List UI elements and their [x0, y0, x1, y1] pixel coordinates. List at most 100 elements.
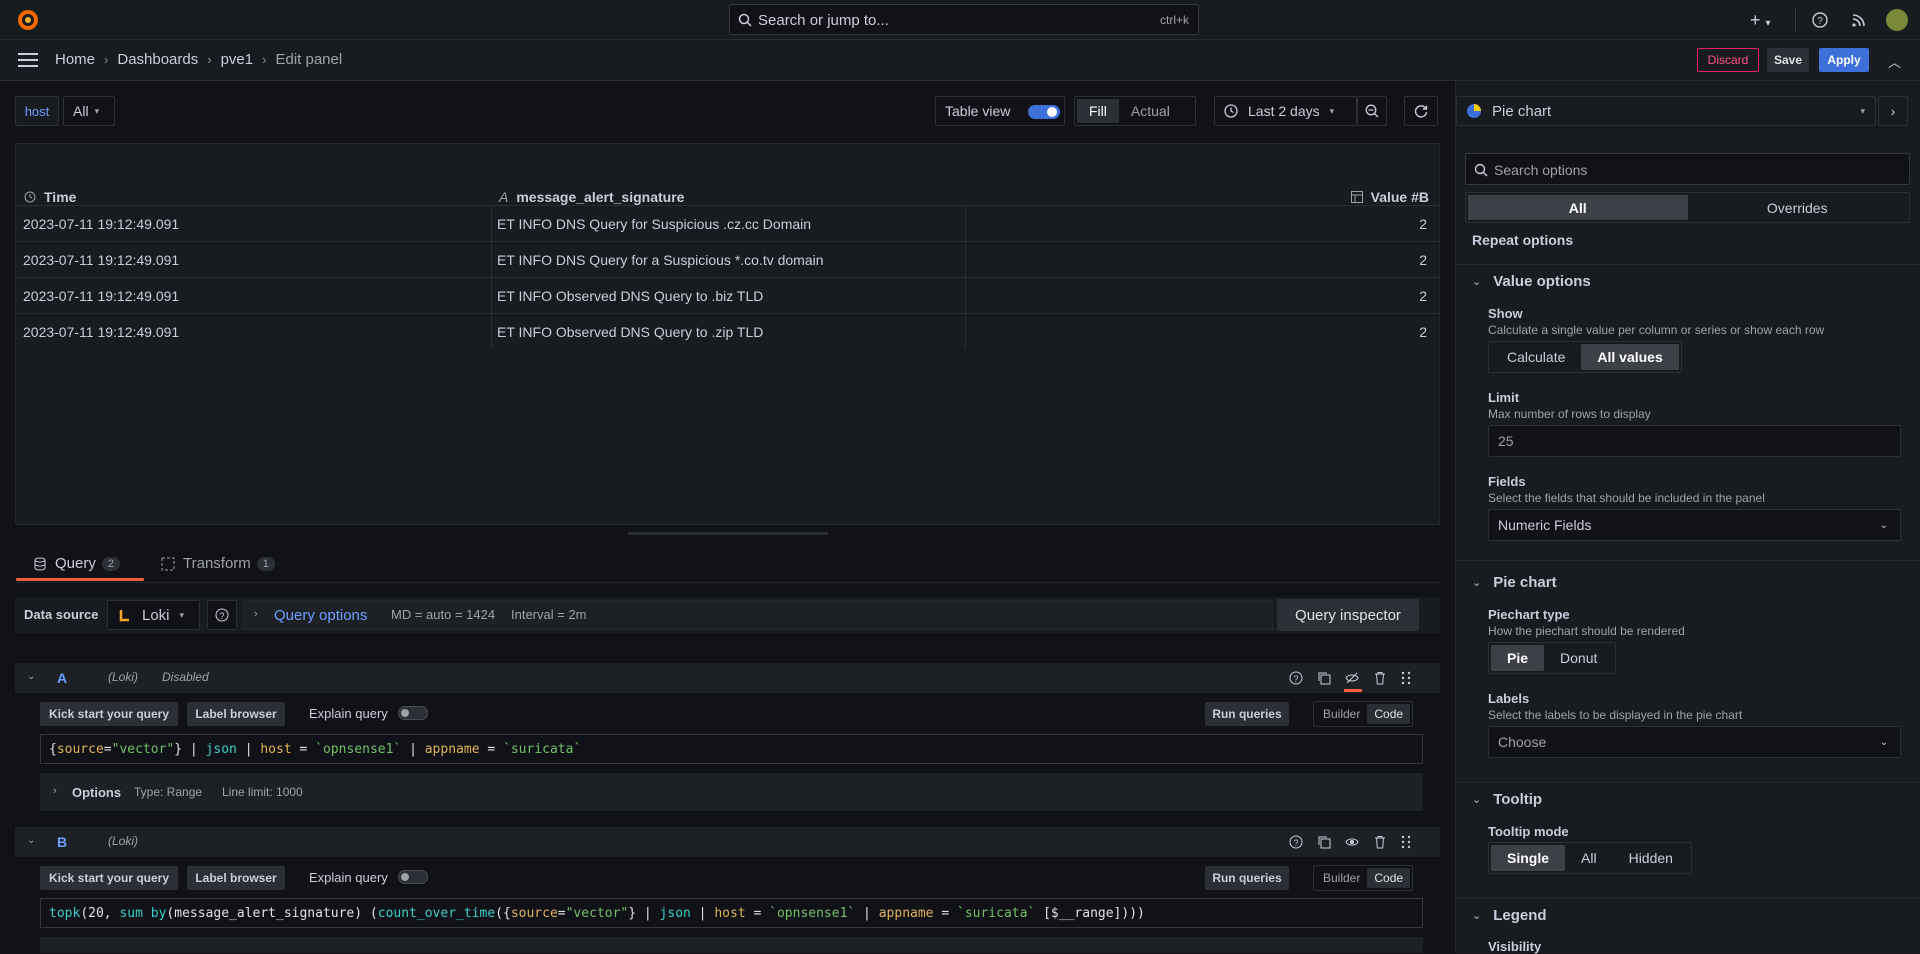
table-row[interactable]: 2023-07-11 19:12:49.091 ET INFO Observed … [16, 277, 1439, 313]
actual-option[interactable]: Actual [1119, 103, 1182, 119]
datasource-picker[interactable]: Loki ▾ [107, 600, 200, 630]
show-calculate-option[interactable]: Calculate [1491, 344, 1581, 370]
breadcrumb-dashboard[interactable]: pve1 [221, 51, 254, 68]
query-inspector-button[interactable]: Query inspector [1277, 599, 1419, 631]
labels-select[interactable]: Choose ⌄ [1488, 726, 1901, 758]
explain-query-toggle[interactable] [398, 706, 428, 720]
trash-icon[interactable] [1373, 835, 1387, 849]
pie-option[interactable]: Pie [1491, 645, 1545, 671]
code-option[interactable]: Code [1367, 704, 1411, 724]
tooltip-all-option[interactable]: All [1565, 845, 1613, 871]
discard-button[interactable]: Discard [1697, 48, 1759, 72]
eye-icon[interactable] [1345, 835, 1359, 849]
tab-overrides[interactable]: Overrides [1688, 195, 1908, 220]
table-view-toggle[interactable]: Table view [935, 96, 1065, 126]
resize-handle[interactable] [628, 532, 828, 535]
duplicate-icon[interactable] [1317, 671, 1331, 685]
repeat-options-section[interactable]: Repeat options [1456, 230, 1920, 256]
table-row[interactable]: 2023-07-11 19:12:49.091 ET INFO DNS Query… [16, 241, 1439, 277]
piechart-type-radio[interactable]: Pie Donut [1488, 642, 1617, 674]
clock-icon [1224, 104, 1238, 118]
options-filter-tabs[interactable]: All Overrides [1465, 192, 1910, 223]
query-a-editor[interactable]: {source = "vector"} | json | host = `opnse… [40, 734, 1423, 764]
explain-query-label: Explain query [309, 706, 388, 721]
query-b-editor[interactable]: topk (20, sum by (message_alert_signature)… [40, 898, 1423, 928]
editor-mode-switch[interactable]: Builder Code [1313, 701, 1414, 727]
drag-handle-icon[interactable] [1401, 835, 1411, 849]
breadcrumb-home[interactable]: Home [55, 51, 95, 68]
news-feed-icon[interactable] [1851, 12, 1867, 28]
disabled-indicator [1344, 689, 1362, 692]
drag-handle-icon[interactable] [1401, 671, 1411, 685]
tooltip-hidden-option[interactable]: Hidden [1613, 845, 1689, 871]
search-icon [738, 13, 752, 27]
table-row[interactable]: 2023-07-11 19:12:49.091 ET INFO Observed … [16, 313, 1439, 349]
visualization-picker[interactable]: Pie chart ▾ [1456, 96, 1876, 126]
query-b-options-row[interactable] [40, 937, 1423, 953]
divider [1456, 782, 1920, 783]
legend-title: Legend [1493, 907, 1547, 924]
collapse-query-icon[interactable]: ⌄ [27, 835, 35, 846]
datasource-help-icon[interactable]: ? [207, 600, 237, 630]
search-input[interactable]: Search or jump to... ctrl+k [729, 4, 1199, 35]
query-a-actions: ? [1289, 671, 1411, 685]
menu-icon[interactable] [18, 53, 38, 67]
table-row[interactable]: 2023-07-11 19:12:49.091 ET INFO DNS Query… [16, 205, 1439, 241]
explain-query-toggle[interactable] [398, 870, 428, 884]
chevron-right-icon[interactable]: › [1878, 96, 1908, 126]
collapse-icon[interactable]: ︿ [1888, 52, 1901, 71]
builder-option[interactable]: Builder [1316, 868, 1367, 888]
transform-icon [161, 557, 175, 570]
value-options-section[interactable]: ⌄ Value options [1472, 273, 1591, 290]
save-button[interactable]: Save [1767, 48, 1809, 72]
add-new-icon[interactable]: + ▾ [1750, 10, 1771, 31]
options-search-input[interactable]: Search options [1465, 153, 1910, 185]
kick-start-button[interactable]: Kick start your query [40, 702, 178, 726]
limit-input[interactable]: 25 [1488, 425, 1901, 457]
tooltip-single-option[interactable]: Single [1491, 845, 1566, 871]
zoom-out-icon[interactable] [1357, 96, 1387, 126]
editor-mode-switch[interactable]: Builder Code [1313, 865, 1414, 891]
variable-select[interactable]: All ▾ [63, 96, 115, 126]
refresh-icon[interactable] [1404, 96, 1438, 126]
tab-transform[interactable]: Transform 1 [161, 555, 275, 572]
query-a-header[interactable] [15, 663, 1440, 693]
show-radio-group[interactable]: Calculate All values [1488, 341, 1682, 373]
help-icon[interactable]: ? [1812, 12, 1828, 28]
limit-value: 25 [1498, 433, 1514, 449]
run-queries-button[interactable]: Run queries [1205, 866, 1289, 890]
legend-section[interactable]: ⌄ Legend [1472, 907, 1547, 924]
tab-all[interactable]: All [1468, 195, 1688, 220]
run-queries-button[interactable]: Run queries [1205, 702, 1289, 726]
query-b-header[interactable] [15, 827, 1440, 857]
help-icon[interactable]: ? [1289, 835, 1303, 849]
grafana-logo-icon[interactable] [16, 8, 40, 32]
fill-option[interactable]: Fill [1077, 99, 1119, 123]
help-icon[interactable]: ? [1289, 671, 1303, 685]
code-option[interactable]: Code [1367, 868, 1411, 888]
fields-select[interactable]: Numeric Fields ⌄ [1488, 509, 1901, 541]
breadcrumb-dashboards[interactable]: Dashboards [117, 51, 198, 68]
fill-actual-switch[interactable]: Fill Actual [1074, 96, 1196, 126]
duplicate-icon[interactable] [1317, 835, 1331, 849]
query-options-link[interactable]: Query options [274, 607, 367, 624]
fields-label: Fields [1488, 474, 1526, 489]
divider [1456, 898, 1920, 899]
trash-icon[interactable] [1373, 671, 1387, 685]
apply-button[interactable]: Apply [1819, 48, 1869, 72]
donut-option[interactable]: Donut [1544, 645, 1613, 671]
eye-off-icon[interactable] [1345, 671, 1359, 685]
toggle-on[interactable] [1028, 105, 1060, 119]
show-all-values-option[interactable]: All values [1581, 344, 1679, 370]
tab-query[interactable]: Query 2 [15, 555, 120, 572]
builder-option[interactable]: Builder [1316, 704, 1367, 724]
time-picker[interactable]: Last 2 days ▾ [1214, 96, 1357, 126]
tooltip-section[interactable]: ⌄ Tooltip [1472, 791, 1542, 808]
label-browser-button[interactable]: Label browser [187, 702, 285, 726]
pie-chart-section[interactable]: ⌄ Pie chart [1472, 574, 1557, 591]
collapse-query-icon[interactable]: ⌄ [27, 671, 35, 682]
label-browser-button[interactable]: Label browser [187, 866, 285, 890]
tooltip-mode-radio[interactable]: Single All Hidden [1488, 842, 1692, 874]
user-avatar[interactable] [1886, 9, 1908, 31]
kick-start-button[interactable]: Kick start your query [40, 866, 178, 890]
